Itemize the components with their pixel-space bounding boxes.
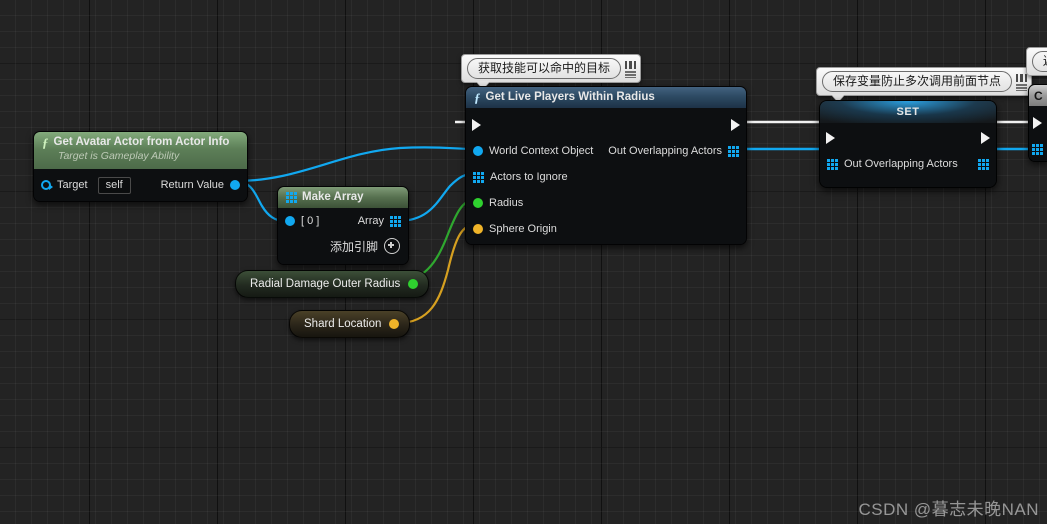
comment-lines-icon[interactable] bbox=[625, 70, 637, 78]
node-body: Out Overlapping Actors bbox=[820, 123, 996, 187]
exec-pin-icon[interactable] bbox=[826, 132, 835, 144]
vector-dot-pin-icon[interactable] bbox=[473, 224, 483, 234]
exec-pin-icon[interactable] bbox=[472, 119, 481, 131]
node-subtitle: Target is Gameplay Ability bbox=[58, 150, 180, 162]
pin-sphere-origin[interactable]: Sphere Origin bbox=[473, 223, 557, 235]
node-header: ƒ Get Avatar Actor from Actor Info Targe… bbox=[34, 132, 247, 169]
array-grid-pin-icon[interactable] bbox=[827, 158, 838, 170]
float-dot-pin-icon[interactable] bbox=[473, 198, 483, 208]
pin-radius[interactable]: Radius bbox=[473, 197, 523, 209]
node-header: C bbox=[1029, 85, 1047, 106]
exec-pin-icon[interactable] bbox=[1033, 117, 1042, 129]
array-grid-pin-icon[interactable] bbox=[473, 171, 484, 183]
comment-bubble-text: 遍 bbox=[1032, 51, 1047, 72]
comment-bubble-controls[interactable] bbox=[1016, 73, 1028, 91]
make-array-icon bbox=[286, 192, 297, 203]
pin-exec-in[interactable] bbox=[472, 119, 481, 131]
float-dot-pin-icon[interactable] bbox=[408, 279, 419, 289]
variable-get-shard-location[interactable]: Shard Location bbox=[289, 310, 411, 338]
variable-get-radial-damage-outer-radius[interactable]: Radial Damage Outer Radius bbox=[235, 270, 430, 298]
plus-circle-icon[interactable] bbox=[384, 238, 400, 254]
comment-bubble-text: 保存变量防止多次调用前面节点 bbox=[822, 71, 1013, 92]
pin-exec-out[interactable] bbox=[981, 132, 990, 144]
object-dot-pin-icon[interactable] bbox=[230, 180, 240, 190]
pin-actors-to-ignore[interactable]: Actors to Ignore bbox=[473, 171, 568, 183]
pin-label: World Context Object bbox=[489, 145, 594, 157]
node-body: Target self Return Value bbox=[34, 169, 247, 201]
pin-label: Array bbox=[357, 215, 384, 227]
object-ring-pin-icon[interactable] bbox=[41, 180, 53, 190]
pin-target[interactable]: Target self bbox=[41, 176, 131, 194]
function-f-icon: ƒ bbox=[42, 135, 49, 150]
comment-lines-icon[interactable] bbox=[1016, 83, 1028, 91]
pin-return-value[interactable]: Return Value bbox=[161, 179, 240, 191]
pin-label: Out Overlapping Actors bbox=[608, 145, 722, 157]
node-body bbox=[1029, 106, 1047, 161]
pin-label: Out Overlapping Actors bbox=[844, 158, 958, 170]
csdn-watermark: CSDN @暮志未晚NAN bbox=[858, 500, 1039, 519]
node-get-avatar-actor-from-actor-info[interactable]: ƒ Get Avatar Actor from Actor Info Targe… bbox=[33, 131, 248, 202]
variable-label: Shard Location bbox=[304, 318, 382, 330]
object-dot-pin-icon[interactable] bbox=[473, 146, 483, 156]
pin-world-context-object[interactable]: World Context Object bbox=[473, 145, 593, 157]
comment-bubble-text: 获取技能可以命中的目标 bbox=[467, 58, 622, 79]
pin-array-out[interactable]: Array bbox=[358, 215, 401, 227]
variable-label: Radial Damage Outer Radius bbox=[250, 278, 401, 290]
node-title: Get Avatar Actor from Actor Info bbox=[53, 136, 230, 148]
node-get-live-players-within-radius[interactable]: ƒ Get Live Players Within Radius World C… bbox=[465, 86, 747, 245]
node-make-array[interactable]: Make Array [ 0 ] Array 添加引脚 bbox=[277, 186, 409, 265]
array-grid-pin-icon[interactable] bbox=[390, 215, 401, 227]
node-edge-loop-partial[interactable]: C bbox=[1028, 84, 1047, 162]
function-f-icon: ƒ bbox=[474, 90, 481, 105]
comment-bubble-edge[interactable]: 遍 bbox=[1026, 47, 1047, 76]
pin-label: Return Value bbox=[160, 179, 224, 191]
pin-exec-out[interactable] bbox=[731, 119, 740, 131]
array-grid-pin-icon[interactable] bbox=[728, 145, 739, 157]
vector-dot-pin-icon[interactable] bbox=[389, 319, 400, 329]
node-body: World Context Object Out Overlapping Act… bbox=[466, 108, 746, 244]
pin-label: Actors to Ignore bbox=[490, 171, 568, 183]
exec-pin-icon[interactable] bbox=[981, 132, 990, 144]
add-pin-button[interactable]: 添加引脚 bbox=[278, 234, 408, 258]
pin-comment-icon[interactable] bbox=[625, 60, 637, 69]
exec-pin-icon[interactable] bbox=[731, 119, 740, 131]
node-title: Get Live Players Within Radius bbox=[485, 91, 655, 103]
array-grid-pin-icon[interactable] bbox=[978, 158, 989, 170]
set-node-title: SET bbox=[820, 101, 996, 123]
pin-label: [ 0 ] bbox=[301, 215, 320, 227]
pin-array-element-0[interactable]: [ 0 ] bbox=[285, 215, 319, 227]
pin-comment-icon[interactable] bbox=[1016, 73, 1028, 82]
target-value-field[interactable]: self bbox=[97, 176, 131, 194]
loop-icon: C bbox=[1034, 88, 1043, 103]
add-pin-label: 添加引脚 bbox=[329, 239, 378, 254]
node-set-out-overlapping-actors[interactable]: SET Out Overlapping Actors bbox=[819, 100, 997, 188]
pin-array-in[interactable] bbox=[1032, 143, 1043, 155]
node-title: Make Array bbox=[302, 191, 364, 203]
comment-bubble-save-variable[interactable]: 保存变量防止多次调用前面节点 bbox=[816, 67, 1033, 102]
pin-label: Sphere Origin bbox=[489, 223, 557, 235]
node-body: [ 0 ] Array 添加引脚 bbox=[278, 208, 408, 264]
pin-out-overlapping-actors-in[interactable]: Out Overlapping Actors bbox=[827, 158, 958, 170]
comment-bubble-controls[interactable] bbox=[625, 60, 637, 78]
pin-exec-in[interactable] bbox=[826, 132, 835, 144]
node-header: Make Array bbox=[278, 187, 408, 208]
pin-label: Radius bbox=[489, 197, 524, 209]
pin-exec-in[interactable] bbox=[1033, 117, 1042, 129]
comment-bubble-get-targets[interactable]: 获取技能可以命中的目标 bbox=[461, 54, 642, 89]
pin-label: Target bbox=[57, 179, 88, 191]
node-header: ƒ Get Live Players Within Radius bbox=[466, 87, 746, 108]
blueprint-graph-canvas[interactable]: 获取技能可以命中的目标 保存变量防止多次调用前面节点 遍 ƒ Get Avata… bbox=[0, 0, 1047, 524]
object-dot-pin-icon[interactable] bbox=[285, 216, 295, 226]
pin-out-overlapping-actors-out[interactable] bbox=[978, 158, 989, 170]
pin-out-overlapping-actors[interactable]: Out Overlapping Actors bbox=[608, 145, 739, 157]
array-grid-pin-icon[interactable] bbox=[1032, 143, 1043, 155]
